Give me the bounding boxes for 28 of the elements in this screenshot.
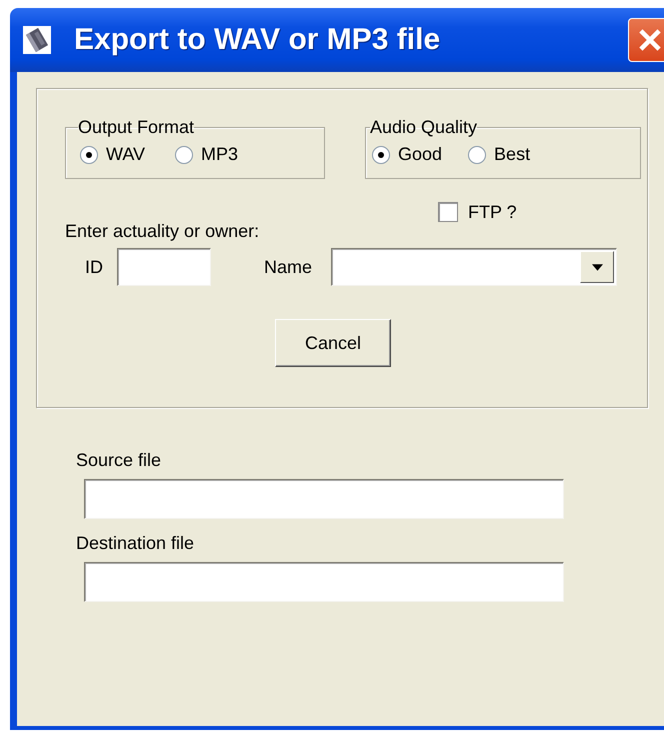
checkbox-label: FTP ?: [468, 202, 517, 222]
radio-option[interactable]: MP3: [175, 144, 238, 165]
window-title: Export to WAV or MP3 file: [74, 23, 440, 57]
radio-button[interactable]: [80, 146, 98, 164]
radio-button[interactable]: [468, 146, 486, 164]
radio-option[interactable]: Good: [372, 144, 442, 165]
group-label: Audio Quality: [370, 117, 478, 138]
input-field[interactable]: [117, 248, 211, 286]
checkbox[interactable]: [438, 202, 458, 222]
prompt-label: Enter actuality or owner:: [65, 221, 260, 242]
radio-option[interactable]: WAV: [80, 144, 145, 165]
dropdown-button[interactable]: [580, 251, 614, 283]
radio-button[interactable]: [372, 146, 390, 164]
input-field[interactable]: [84, 479, 564, 519]
field-label: Name: [264, 256, 312, 278]
field-label: Source file: [76, 450, 162, 471]
field-label: ID: [85, 256, 103, 278]
input-field[interactable]: [84, 562, 564, 602]
close-button[interactable]: [628, 18, 664, 62]
app-icon: [22, 25, 52, 55]
caret-icon: [592, 264, 603, 270]
cancel-button[interactable]: Cancel: [275, 319, 391, 367]
close-icon: [637, 27, 663, 53]
radio-button[interactable]: [175, 146, 193, 164]
field-label: Destination file: [76, 533, 194, 554]
dropdown-field[interactable]: [331, 248, 618, 286]
radio-option[interactable]: Best: [468, 144, 530, 165]
group-label: Output Format: [78, 117, 194, 138]
